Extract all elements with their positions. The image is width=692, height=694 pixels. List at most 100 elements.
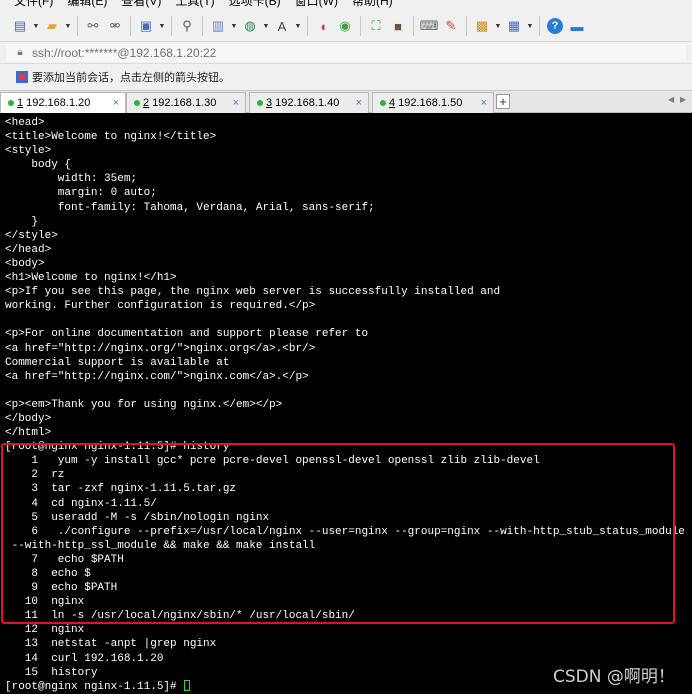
new-session-icon[interactable]: ▤ (10, 16, 30, 36)
menu-items: 文件(F) 编辑(E) 查看(V) 工具(T) 选项卡(B) 窗口(W) 帮助(H) (14, 0, 393, 9)
toolbar-separator (77, 16, 78, 36)
menu-bar: 文件(F) 编辑(E) 查看(V) 工具(T) 选项卡(B) 窗口(W) 帮助(H) (0, 0, 692, 11)
resize-icon[interactable]: ⛶ (366, 16, 386, 36)
help-icon[interactable]: ? (547, 18, 563, 34)
connect-icon[interactable]: ⚯ (83, 16, 103, 36)
open-folder-icon[interactable]: ▰ (42, 16, 62, 36)
close-icon[interactable]: × (356, 97, 362, 109)
address-field[interactable]: 🔒︎ ssh://root:*******@192.168.1.20:22 (6, 44, 686, 62)
add-session-icon[interactable] (16, 71, 28, 83)
tab-session-1[interactable]: 1 192.168.1.20 × (0, 92, 126, 113)
toolbar-separator (130, 16, 131, 36)
tab-bar: + ◀ ▶ 1 192.168.1.20 × 2 192.168.1.30 × 3 192.1… (0, 90, 692, 113)
menu-item[interactable]: 窗口(W) (295, 0, 338, 9)
terminal-line: margin: 0 auto; (5, 187, 157, 200)
terminal-line: 2 rz (5, 469, 65, 482)
menu-item[interactable]: 文件(F) (14, 0, 53, 9)
lock-icon[interactable]: ■ (388, 16, 408, 36)
xftp-icon[interactable]: ◖ (313, 16, 333, 36)
chevron-down-icon[interactable]: ▼ (294, 23, 302, 30)
tab-scroll-right-icon[interactable]: ▶ (680, 95, 686, 104)
terminal-line: font-family: Tahoma, Verdana, Arial, san… (5, 201, 375, 214)
menu-item[interactable]: 帮助(H) (352, 0, 393, 9)
tab-label: 192.168.1.20 (26, 97, 91, 109)
keyboard-icon[interactable]: ⌨ (419, 16, 439, 36)
watermark: CSDN @啊明！ (553, 667, 675, 687)
address-bar: 🔒︎ ssh://root:*******@192.168.1.20:22 (0, 41, 692, 63)
tab-scroll-left-icon[interactable]: ◀ (668, 95, 674, 104)
chevron-down-icon[interactable]: ▼ (32, 23, 40, 30)
terminal-line: 13 netstat -anpt |grep nginx (5, 638, 217, 651)
chat-icon[interactable]: ▬ (567, 16, 587, 36)
search-icon[interactable]: ⚲ (177, 16, 197, 36)
terminal[interactable]: <head> <title>Welcome to nginx!</title> <s… (0, 113, 692, 694)
chevron-down-icon[interactable]: ▼ (526, 23, 534, 30)
terminal-line: <p>If you see this page, the nginx web s… (5, 286, 501, 299)
properties-icon[interactable]: ▥ (208, 16, 228, 36)
hint-text: 要添加当前会话，点击左侧的箭头按钮。 (32, 72, 230, 84)
terminal-line: 4 cd nginx-1.11.5/ (5, 497, 157, 510)
text-cursor (184, 679, 191, 691)
terminal-output: <head> <title>Welcome to nginx!</title> <s… (5, 116, 685, 694)
terminal-line: body { (5, 159, 72, 172)
font-icon[interactable]: A (272, 16, 292, 36)
lock-icon: 🔒︎ (17, 47, 23, 58)
hint-bar: 要添加当前会话，点击左侧的箭头按钮。 (0, 63, 692, 90)
terminal-line: <p>For online documentation and support … (5, 328, 369, 341)
tab-number: 2 (143, 97, 150, 109)
xshell-green-icon[interactable]: ◉ (335, 16, 355, 36)
terminal-line: <p><em>Thank you for using nginx.</em></… (5, 398, 283, 411)
tab-session-4[interactable]: 4 192.168.1.50 × (372, 92, 494, 113)
terminal-line: 6 ./configure --prefix=/usr/local/nginx … (5, 525, 685, 538)
window-icon[interactable]: ▣ (136, 16, 156, 36)
toolbar-separator (413, 16, 414, 36)
tab-session-2[interactable]: 2 192.168.1.30 × (126, 92, 246, 113)
terminal-line: 9 echo $PATH (5, 582, 118, 595)
terminal-line: width: 35em; (5, 173, 138, 186)
close-icon[interactable]: × (113, 97, 119, 109)
disconnect-icon[interactable]: ⚮ (105, 16, 125, 36)
connected-status-icon (8, 100, 14, 106)
globe-icon[interactable]: ◍ (240, 16, 260, 36)
script-icon[interactable]: ▩ (472, 16, 492, 36)
terminal-line: 1 yum -y install gcc* pcre pcre-devel op… (5, 455, 540, 468)
terminal-line: <body> (5, 257, 45, 270)
terminal-line: 5 useradd -M -s /sbin/nologin nginx (5, 511, 270, 524)
chevron-down-icon[interactable]: ▼ (64, 23, 72, 30)
layout-icon[interactable]: ▦ (504, 16, 524, 36)
terminal-line: --with-http_ssl_module && make && make i… (5, 539, 316, 552)
menu-item[interactable]: 编辑(E) (67, 0, 107, 9)
tab-number: 4 (389, 97, 396, 109)
terminal-line: working. Further configuration is requir… (5, 300, 316, 313)
menu-item[interactable]: 选项卡(B) (229, 0, 281, 9)
toolbar-separator (539, 16, 540, 36)
add-tab-button[interactable]: + (496, 94, 510, 109)
toolbar-separator (466, 16, 467, 36)
chevron-down-icon[interactable]: ▼ (262, 23, 270, 30)
compose-icon[interactable]: ✎ (441, 16, 461, 36)
tab-label: 192.168.1.40 (275, 97, 340, 109)
close-icon[interactable]: × (233, 97, 239, 109)
terminal-line: <title>Welcome to nginx!</title> (5, 131, 217, 144)
chevron-down-icon[interactable]: ▼ (158, 23, 166, 30)
close-icon[interactable]: × (481, 97, 487, 109)
toolbar-separator (171, 16, 172, 36)
terminal-line: <style> (5, 145, 52, 158)
tab-session-3[interactable]: 3 192.168.1.40 × (249, 92, 369, 113)
toolbar-separator (307, 16, 308, 36)
terminal-line: </head> (5, 243, 52, 256)
chevron-down-icon[interactable]: ▼ (230, 23, 238, 30)
tab-label: 192.168.1.30 (152, 97, 217, 109)
terminal-line: </body> (5, 412, 52, 425)
chevron-down-icon[interactable]: ▼ (494, 23, 502, 30)
menu-item[interactable]: 工具(T) (175, 0, 214, 9)
terminal-line: </style> (5, 229, 58, 242)
shell-prompt: [root@nginx nginx-1.11.5]# (5, 680, 184, 693)
tab-number: 3 (266, 97, 273, 109)
connected-status-icon (257, 100, 263, 106)
terminal-line: } (5, 215, 39, 228)
menu-item[interactable]: 查看(V) (121, 0, 161, 9)
terminal-line: <a href="http://nginx.com/">nginx.com</a… (5, 370, 309, 383)
